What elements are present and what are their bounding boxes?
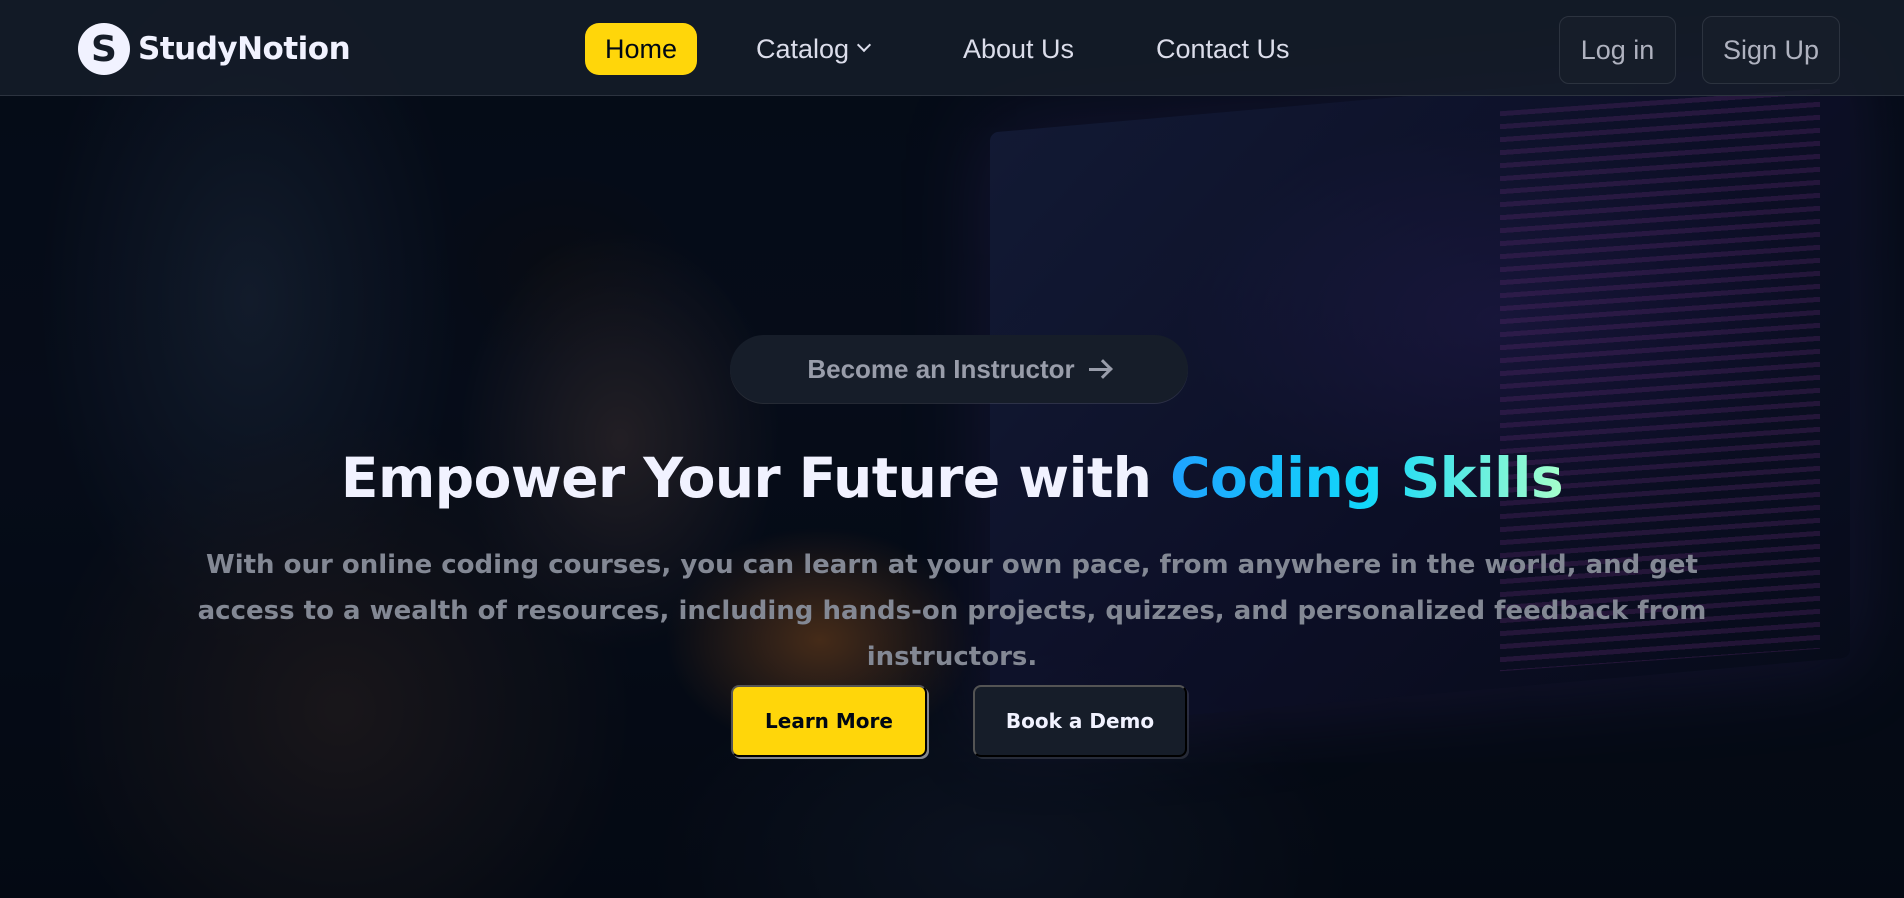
arrow-right-icon [1088,359,1111,379]
nav-catalog-label: Catalog [756,34,850,64]
become-instructor-button[interactable]: Become an Instructor [730,335,1188,403]
logo-mark: S [78,23,130,75]
headline-highlight: Coding Skills [1170,446,1564,510]
hero-subtitle: With our online coding courses, you can … [197,550,1707,672]
login-button[interactable]: Log in [1559,16,1676,84]
nav-about-link[interactable]: About Us [963,23,1074,75]
headline-prefix: Empower Your Future with [340,446,1171,510]
nav-catalog-link[interactable]: Catalog [756,23,872,75]
signup-button[interactable]: Sign Up [1702,16,1840,84]
hero-headline: Empower Your Future with Coding Skills [0,446,1904,510]
nav-home-link[interactable]: Home [585,23,697,75]
brand-name: StudyNotion [138,31,351,67]
become-instructor-label: Become an Instructor [807,353,1075,384]
learn-more-button[interactable]: Learn More [731,685,927,757]
top-navbar: S StudyNotion Home Catalog About Us Cont… [0,0,1904,96]
chevron-down-icon [857,37,872,53]
brand-logo[interactable]: S StudyNotion [78,22,351,76]
book-demo-button[interactable]: Book a Demo [973,685,1187,757]
nav-contact-link[interactable]: Contact Us [1156,23,1290,75]
